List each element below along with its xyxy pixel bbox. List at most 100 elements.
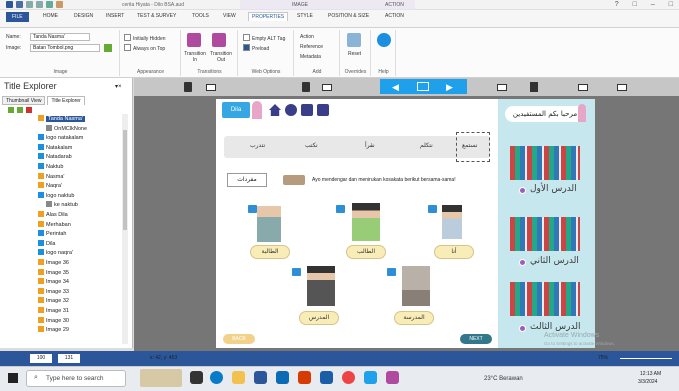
tree-item[interactable]: Merhaban (38, 220, 71, 230)
tree-item[interactable]: Image 29 (38, 326, 69, 335)
wide-icon[interactable] (497, 84, 507, 91)
back-button[interactable]: BACK (223, 334, 255, 344)
tablet-icon[interactable] (302, 82, 310, 92)
always-on-top-checkbox[interactable]: Always on Top (124, 44, 165, 52)
tree-item[interactable]: Perintah (38, 230, 67, 239)
redo-icon[interactable] (36, 1, 43, 8)
tree-item[interactable]: Naqra' (38, 182, 62, 191)
mode-read[interactable]: نقرأ (365, 142, 375, 149)
edit-image-icon[interactable] (104, 44, 112, 52)
app-icon-extra[interactable] (386, 371, 399, 384)
explorer-scroll-thumb[interactable] (123, 130, 127, 230)
label-male-student[interactable]: الطالب (346, 245, 386, 259)
fullscreen-icon[interactable] (617, 84, 627, 91)
label-i[interactable]: أنا (434, 245, 474, 259)
file-explorer-icon[interactable] (232, 371, 245, 384)
reset-label[interactable]: Reset (348, 51, 361, 57)
chrome-icon[interactable] (342, 371, 355, 384)
phone-landscape-icon[interactable] (206, 84, 216, 91)
empty-alt-checkbox[interactable]: Empty ALT Tag (243, 34, 285, 42)
tree-item[interactable]: Natadarab (38, 153, 72, 162)
group-icon[interactable] (17, 107, 23, 113)
windows-start-icon[interactable] (8, 373, 18, 383)
arrow-right-icon[interactable]: ▶ (446, 82, 453, 93)
clock-time[interactable]: 12:13 AM (640, 371, 661, 377)
edit-icon[interactable] (317, 104, 329, 116)
metadata-button[interactable]: Metadata (300, 54, 321, 60)
monitor-icon[interactable] (417, 82, 429, 91)
tree-item[interactable]: OnMClkNone (46, 124, 87, 134)
help-icon[interactable]: ? (615, 1, 619, 8)
tab-insert[interactable]: INSERT (103, 12, 127, 20)
clock-date[interactable]: 3/3/2024 (638, 379, 657, 385)
weather-text[interactable]: 23°C Berawan (484, 376, 523, 382)
tab-file[interactable]: FILE (6, 12, 29, 22)
tree-item[interactable]: Natakalam (38, 143, 72, 153)
tree-item[interactable]: Dila (38, 239, 55, 249)
tab-title-explorer[interactable]: Title Explorer (47, 96, 85, 105)
tab-style[interactable]: STYLE (294, 12, 316, 20)
info-icon[interactable] (285, 104, 297, 116)
speaker-icon[interactable] (336, 205, 345, 213)
tree-item[interactable]: Image 35 (38, 268, 69, 278)
arrow-left-icon[interactable]: ◀ (392, 82, 399, 93)
status-value-a[interactable]: 100 (30, 354, 52, 363)
tree-item[interactable]: ke naktub (46, 201, 78, 210)
next-button[interactable]: NEXT (460, 334, 492, 344)
tab-home[interactable]: HOME (40, 12, 61, 20)
tree-item[interactable]: Alas Dila (38, 211, 68, 220)
explorer-pin-icon[interactable]: ▾× (115, 83, 122, 90)
tree-item[interactable]: Image 30 (38, 316, 69, 326)
label-female-student[interactable]: الطالبة (250, 245, 290, 259)
edge-icon[interactable] (210, 371, 223, 384)
reset-icon[interactable] (347, 33, 361, 47)
tab-properties[interactable]: PROPERTIES (248, 12, 289, 21)
speaker-icon[interactable] (248, 205, 257, 213)
publish-icon[interactable] (56, 1, 63, 8)
tab-test-survey[interactable]: TEST & SURVEY (134, 12, 179, 20)
tree-item[interactable]: Image 34 (38, 278, 69, 287)
save-icon[interactable] (16, 1, 23, 8)
tablet-landscape-icon[interactable] (322, 84, 332, 91)
phone-icon[interactable] (184, 82, 192, 92)
image-field[interactable]: Batan Tombol.png (30, 44, 100, 52)
task-view-icon[interactable] (190, 371, 203, 384)
action-button[interactable]: Action (300, 34, 314, 40)
label-female-teacher[interactable]: المدرسة (394, 311, 434, 325)
tree-item[interactable]: Image 36 (38, 259, 69, 268)
undo-icon[interactable] (26, 1, 33, 8)
tree-item[interactable]: Tanda Nasma' (38, 115, 85, 124)
mail-app-icon[interactable] (276, 371, 289, 384)
delete-icon[interactable] (26, 107, 32, 113)
transition-in-icon[interactable] (187, 33, 201, 47)
mode-write[interactable]: نكتب (305, 142, 318, 149)
speaker-icon[interactable] (387, 268, 396, 276)
minimize-icon[interactable]: – (651, 1, 655, 8)
lesson-1[interactable]: الدرس الأول (530, 184, 577, 194)
reference-button[interactable]: Reference (300, 44, 323, 50)
status-value-b[interactable]: 131 (58, 354, 80, 363)
speaker-icon[interactable] (292, 268, 301, 276)
tree-item[interactable]: Image 31 (38, 307, 69, 316)
tab-action[interactable]: ACTION (382, 12, 407, 20)
lesson-2[interactable]: الدرس الثاني (530, 256, 579, 266)
speaker-icon[interactable] (428, 205, 437, 213)
tree-item[interactable]: Nasma' (38, 172, 64, 182)
tree-item[interactable]: Naktub (38, 163, 63, 172)
tab-design[interactable]: DESIGN (71, 12, 96, 20)
tree-item[interactable]: logo natakalam (38, 134, 83, 143)
tree-item[interactable]: logo naktub (38, 191, 74, 201)
transition-in-label[interactable]: Transition In (182, 51, 208, 63)
zoom-slider[interactable] (620, 358, 672, 359)
portrait-icon[interactable] (530, 82, 538, 92)
preview-icon[interactable] (46, 1, 53, 8)
transition-out-label[interactable]: Transition Out (208, 51, 234, 63)
tree-item[interactable]: Image 33 (38, 287, 69, 297)
landscape-icon[interactable] (578, 84, 588, 91)
lesson-3[interactable]: الدرس الثالث (530, 322, 580, 332)
maximize-icon[interactable]: □ (669, 1, 673, 8)
tree-item[interactable]: Image 32 (38, 297, 69, 306)
help-button-icon[interactable] (377, 33, 391, 47)
mail-icon[interactable] (301, 104, 313, 116)
ribbon-display-icon[interactable]: □ (633, 1, 637, 8)
